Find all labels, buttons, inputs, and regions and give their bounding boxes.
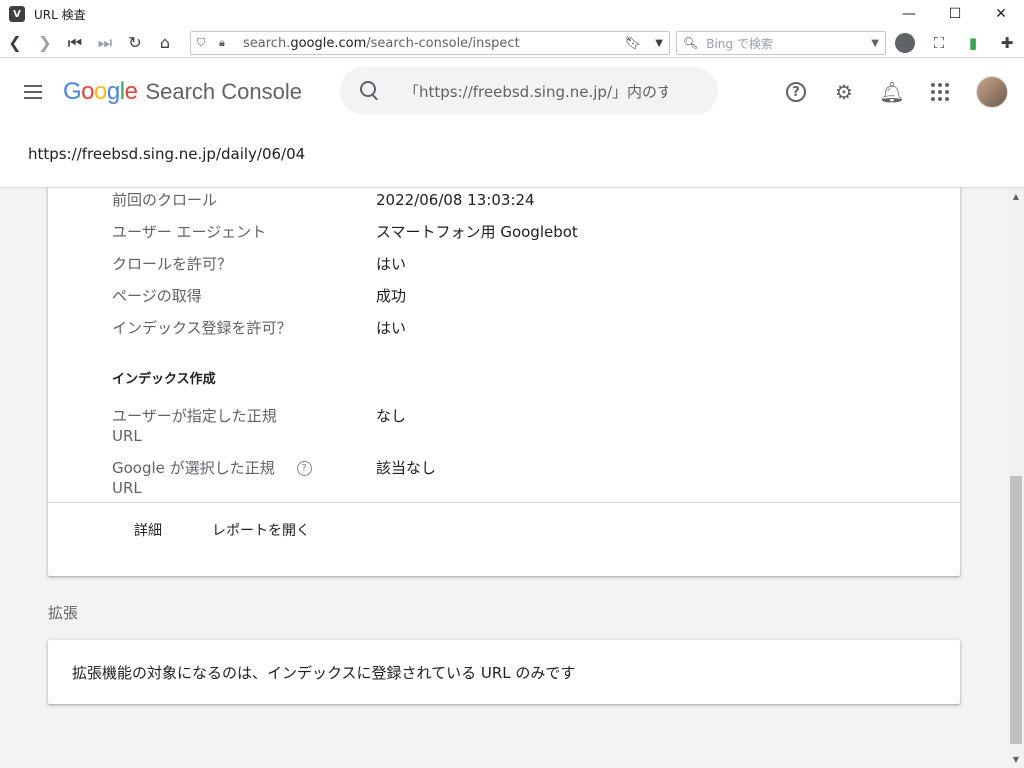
- scrollbar-thumb[interactable]: [1010, 476, 1022, 744]
- web-search-bar[interactable]: 🔍︎ Bing で検索 ▼: [676, 31, 886, 55]
- scroll-down-icon[interactable]: ▼: [1008, 751, 1024, 768]
- window-title: URL 検査: [34, 7, 86, 22]
- detail-key: Google が選択した正規? URL: [112, 458, 376, 498]
- detail-row: インデックス登録を許可？ はい: [112, 318, 932, 338]
- minimize-icon[interactable]: —: [886, 0, 932, 28]
- shield-icon[interactable]: ⛉: [197, 36, 213, 50]
- close-icon[interactable]: ✕: [978, 0, 1024, 28]
- details-button[interactable]: 詳細: [122, 520, 174, 540]
- rewind-icon[interactable]: ⏮: [60, 29, 90, 57]
- detail-value: スマートフォン用 Googlebot: [376, 223, 578, 241]
- detail-value: なし: [376, 407, 407, 425]
- web-search-placeholder[interactable]: Bing で検索: [706, 35, 773, 52]
- detail-key: クロールを許可？: [112, 255, 233, 273]
- chevron-down-icon[interactable]: ▼: [871, 38, 879, 49]
- card-footer: 詳細 レポートを開く: [48, 502, 960, 556]
- detail-value: はい: [376, 319, 407, 337]
- help-icon: ?: [786, 82, 806, 102]
- window-controls: — ☐ ✕: [886, 0, 1024, 28]
- fast-forward-icon[interactable]: ⏭: [90, 29, 120, 57]
- indexing-heading: インデックス作成: [112, 372, 216, 387]
- address-bar[interactable]: ⛉ 🔒︎ search.google.com/search-console/in…: [190, 31, 670, 55]
- detail-row: クロールを許可？ はい: [112, 254, 932, 274]
- page-scrollbar[interactable]: ▲ ▼: [1008, 188, 1024, 768]
- detail-value: 該当なし: [376, 459, 437, 477]
- bookmark-green-icon[interactable]: ▮: [956, 29, 990, 57]
- user-settings-icon: ⚙: [835, 80, 853, 104]
- detail-key: ユーザーが指定した正規 URL: [112, 407, 277, 445]
- inspect-search-box[interactable]: 「https://freebsd.sing.ne.jp/」内のす: [340, 67, 718, 115]
- avatar[interactable]: [976, 76, 1008, 108]
- back-icon[interactable]: ❮: [0, 29, 30, 57]
- google-logo: Google: [63, 78, 138, 105]
- detail-key: インデックス登録を許可？: [112, 319, 292, 337]
- detail-row: ユーザー エージェント スマートフォン用 Googlebot: [112, 222, 932, 242]
- detail-value: 2022/06/08 13:03:24: [376, 191, 535, 209]
- enhancements-message: 拡張機能の対象になるのは、インデックスに登録されている URL のみです: [72, 663, 576, 682]
- app-header: Google Search Console 「https://freebsd.s…: [0, 58, 1024, 188]
- detail-row: 前回のクロール 2022/06/08 13:03:24: [112, 190, 932, 210]
- home-icon[interactable]: ⌂: [150, 29, 180, 57]
- open-report-button[interactable]: レポートを開く: [200, 520, 322, 540]
- detail-value: はい: [376, 255, 407, 273]
- chevron-down-icon[interactable]: ▼: [655, 38, 663, 49]
- enhancements-card: 拡張機能の対象になるのは、インデックスに登録されている URL のみです: [48, 640, 960, 704]
- menu-icon[interactable]: [24, 80, 48, 104]
- bell-icon: 🔔︎: [879, 80, 905, 104]
- detail-row: Google が選択した正規? URL 該当なし: [112, 458, 932, 498]
- apps-button[interactable]: [916, 72, 964, 112]
- forward-icon[interactable]: ❯: [30, 29, 60, 57]
- maximize-icon[interactable]: ☐: [932, 0, 978, 28]
- lock-icon[interactable]: 🔒︎: [219, 36, 235, 50]
- browser-toolbar: ❮ ❯ ⏮ ⏭ ↻ ⌂ ⛉ 🔒︎ search.google.com/searc…: [0, 28, 1024, 58]
- detail-row: ページの取得 成功: [112, 286, 932, 306]
- detail-key: ユーザー エージェント: [112, 223, 267, 241]
- help-button[interactable]: ?: [772, 72, 820, 112]
- enhancements-heading: 拡張: [48, 604, 79, 622]
- detail-value: 成功: [376, 287, 407, 305]
- search-icon[interactable]: [358, 79, 382, 103]
- coverage-details-card: 前回のクロール 2022/06/08 13:03:24 ユーザー エージェント …: [48, 188, 960, 576]
- toolbar-right: ⛶ ▮ ✚: [888, 28, 1024, 58]
- product-name: Search Console: [145, 79, 302, 104]
- extensions-icon[interactable]: ✚: [990, 29, 1024, 57]
- window-titlebar: V URL 検査 — ☐ ✕: [0, 0, 1024, 28]
- inspect-search-input[interactable]: 「https://freebsd.sing.ne.jp/」内のす: [404, 81, 668, 102]
- inspected-url: https://freebsd.sing.ne.jp/daily/06/04: [28, 145, 306, 163]
- browser-app-icon: V: [9, 6, 25, 22]
- apps-grid-icon: [931, 83, 949, 101]
- search-engine-icon: 🔍︎: [683, 36, 699, 50]
- help-circle-icon[interactable]: ?: [296, 461, 312, 476]
- profile-icon[interactable]: [895, 33, 915, 53]
- detail-row: ユーザーが指定した正規 URL なし: [112, 406, 932, 446]
- detail-key: 前回のクロール: [112, 191, 218, 209]
- capture-icon[interactable]: ⛶: [922, 29, 956, 57]
- user-settings-button[interactable]: ⚙: [820, 72, 868, 112]
- header-actions: ? ⚙ 🔔︎: [772, 72, 1024, 112]
- detail-key: ページの取得: [112, 287, 202, 305]
- address-url[interactable]: search.google.com/search-console/inspect: [243, 36, 520, 51]
- bookmark-icon[interactable]: 🔖︎: [624, 36, 641, 51]
- scroll-up-icon[interactable]: ▲: [1008, 188, 1024, 205]
- reload-icon[interactable]: ↻: [120, 29, 150, 57]
- notifications-button[interactable]: 🔔︎: [868, 72, 916, 112]
- main-content: 前回のクロール 2022/06/08 13:03:24 ユーザー エージェント …: [0, 188, 1008, 768]
- product-logo[interactable]: Google Search Console: [63, 78, 302, 106]
